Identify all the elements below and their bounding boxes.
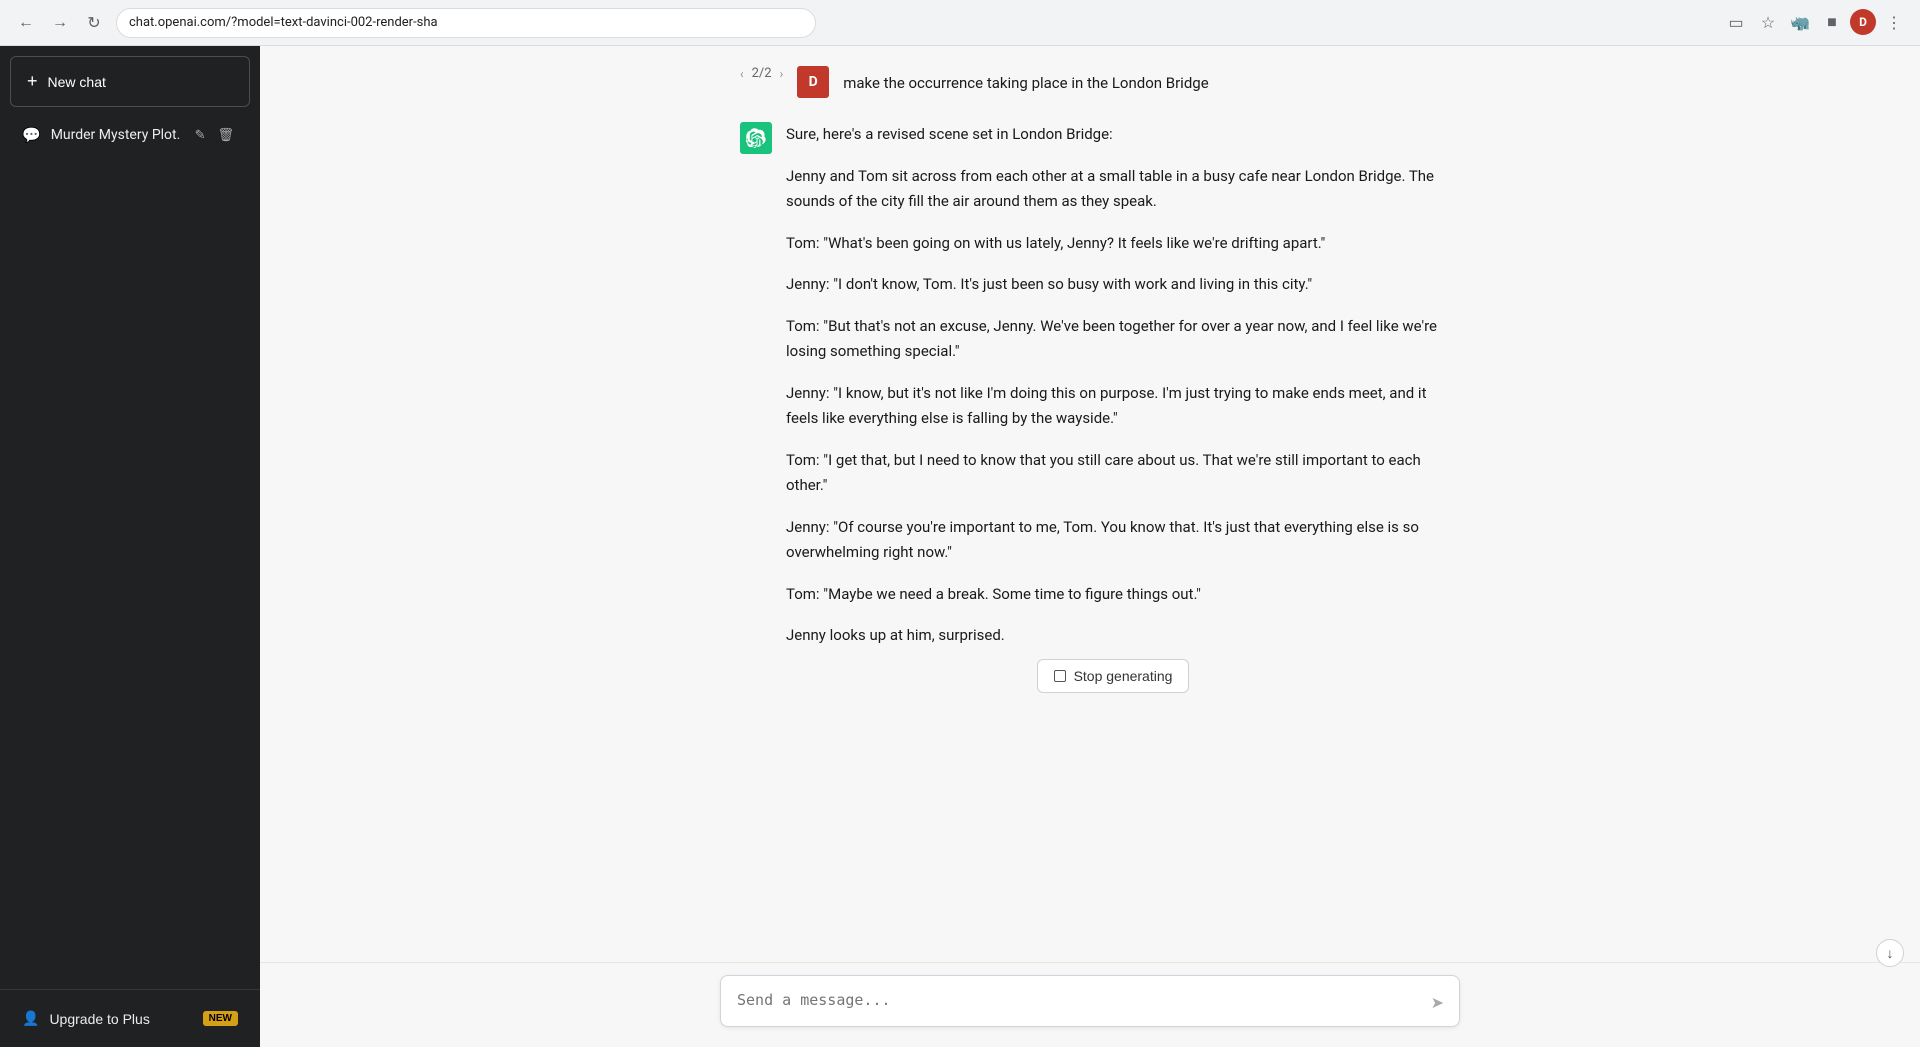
user-message-row: ‹ 2/2 › D make the occurrence taking pla… xyxy=(740,66,1440,98)
profile-button[interactable]: D xyxy=(1850,9,1876,35)
ai-para-8: Jenny looks up at him, surprised. xyxy=(786,623,1440,649)
user-avatar: D xyxy=(797,66,829,98)
send-button[interactable]: ➤ xyxy=(1427,989,1448,1017)
browser-actions: ▭ ☆ 🦏 ■ D ⋮ xyxy=(1722,9,1908,37)
bookmark-button[interactable]: ☆ xyxy=(1754,9,1782,37)
back-button[interactable]: ← xyxy=(12,9,40,37)
ai-para-2: Jenny: "I don't know, Tom. It's just bee… xyxy=(786,272,1440,298)
ai-avatar xyxy=(740,122,772,154)
ai-para-6: Jenny: "Of course you're important to me… xyxy=(786,515,1440,566)
new-badge: NEW xyxy=(203,1011,238,1026)
message-group: ‹ 2/2 › D make the occurrence taking pla… xyxy=(720,66,1460,693)
ai-message-text: Sure, here's a revised scene set in Lond… xyxy=(786,122,1440,649)
scroll-down-icon: ↓ xyxy=(1887,945,1894,962)
nav-buttons: ← → ↻ xyxy=(12,9,108,37)
upgrade-label: Upgrade to Plus xyxy=(49,1011,149,1027)
edit-chat-button[interactable]: ✎ xyxy=(191,125,210,145)
input-area: ➤ xyxy=(260,962,1920,1047)
message-nav: ‹ 2/2 › xyxy=(740,66,783,81)
user-message-text: make the occurrence taking place in the … xyxy=(843,66,1208,95)
sidebar-bottom: 👤 Upgrade to Plus NEW xyxy=(0,989,260,1047)
message-input[interactable] xyxy=(720,975,1460,1027)
cast-button[interactable]: ▭ xyxy=(1722,9,1750,37)
forward-button[interactable]: → xyxy=(46,9,74,37)
user-icon: 👤 xyxy=(22,1010,39,1027)
stop-generating-row: Stop generating xyxy=(786,659,1440,693)
chat-item-actions: ✎ 🗑 xyxy=(191,125,238,145)
url-text: chat.openai.com/?model=text-davinci-002-… xyxy=(129,15,438,30)
sidebar: + New chat 💬 Murder Mystery Plot. ✎ 🗑 👤 … xyxy=(0,46,260,1047)
prev-message-arrow[interactable]: ‹ xyxy=(740,67,744,81)
menu-button[interactable]: ⋮ xyxy=(1880,9,1908,37)
chat-item-icon: 💬 xyxy=(22,126,41,144)
app-container: + New chat 💬 Murder Mystery Plot. ✎ 🗑 👤 … xyxy=(0,46,1920,1047)
new-chat-button[interactable]: + New chat xyxy=(10,56,250,107)
chat-item-label: Murder Mystery Plot. xyxy=(51,127,181,143)
message-counter: 2/2 xyxy=(752,66,772,81)
ai-message-content: Sure, here's a revised scene set in Lond… xyxy=(786,122,1440,693)
main-content: ‹ 2/2 › D make the occurrence taking pla… xyxy=(260,46,1920,1047)
address-bar[interactable]: chat.openai.com/?model=text-davinci-002-… xyxy=(116,8,816,38)
upgrade-button[interactable]: 👤 Upgrade to Plus NEW xyxy=(10,1000,250,1037)
ai-intro: Sure, here's a revised scene set in Lond… xyxy=(786,122,1440,148)
ai-para-7: Tom: "Maybe we need a break. Some time t… xyxy=(786,582,1440,608)
reload-button[interactable]: ↻ xyxy=(80,9,108,37)
scroll-down-button[interactable]: ↓ xyxy=(1876,939,1904,967)
ai-para-3: Tom: "But that's not an excuse, Jenny. W… xyxy=(786,314,1440,365)
next-message-arrow[interactable]: › xyxy=(780,67,784,81)
delete-chat-button[interactable]: 🗑 xyxy=(213,125,238,145)
new-chat-label: New chat xyxy=(48,74,106,90)
browser-chrome: ← → ↻ chat.openai.com/?model=text-davinc… xyxy=(0,0,1920,46)
chat-area: ‹ 2/2 › D make the occurrence taking pla… xyxy=(260,46,1920,962)
input-wrapper: ➤ xyxy=(720,975,1460,1031)
chat-item-murder-mystery[interactable]: 💬 Murder Mystery Plot. ✎ 🗑 xyxy=(8,115,252,155)
ai-para-5: Tom: "I get that, but I need to know tha… xyxy=(786,448,1440,499)
ai-para-0: Jenny and Tom sit across from each other… xyxy=(786,164,1440,215)
new-chat-plus-icon: + xyxy=(27,71,38,92)
openai-logo-icon xyxy=(746,128,766,148)
ai-para-4: Jenny: "I know, but it's not like I'm do… xyxy=(786,381,1440,432)
ai-message-row: Sure, here's a revised scene set in Lond… xyxy=(740,122,1440,693)
stop-generating-button[interactable]: Stop generating xyxy=(1037,659,1190,693)
stop-button-label: Stop generating xyxy=(1074,668,1173,684)
puzzle-button[interactable]: ■ xyxy=(1818,9,1846,37)
extensions-button[interactable]: 🦏 xyxy=(1786,9,1814,37)
stop-icon xyxy=(1054,670,1066,682)
ai-para-1: Tom: "What's been going on with us latel… xyxy=(786,231,1440,257)
